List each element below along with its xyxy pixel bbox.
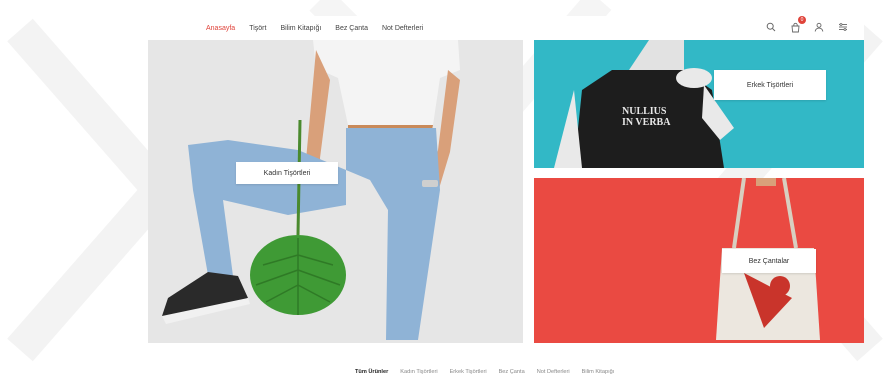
nav-tote-bag[interactable]: Bez Çanta bbox=[335, 25, 368, 32]
site-header: Anasayfa Tişört Bilim Kitapığı Bez Çanta… bbox=[148, 16, 864, 40]
banner-tote-bags[interactable]: Bez Çantalar bbox=[534, 178, 864, 343]
cart-icon[interactable]: 0 bbox=[788, 16, 806, 34]
product-filter-tabs: Tüm Ürünler Kadın Tişörtleri Erkek Tişör… bbox=[355, 369, 614, 375]
filter-mens-tshirts[interactable]: Erkek Tişörtleri bbox=[450, 369, 487, 375]
header-icons: 0 bbox=[764, 16, 850, 34]
filter-womens-tshirts[interactable]: Kadın Tişörtleri bbox=[400, 369, 437, 375]
filter-all-products[interactable]: Tüm Ürünler bbox=[355, 369, 388, 375]
banner-womens-tshirts[interactable]: Kadın Tişörtleri bbox=[148, 40, 523, 343]
mens-tshirts-label[interactable]: Erkek Tişörtleri bbox=[714, 70, 826, 100]
menu-icon[interactable] bbox=[836, 20, 850, 34]
filter-science-library[interactable]: Bilim Kitapığı bbox=[582, 369, 615, 375]
banner-mens-tshirts[interactable]: NULLIUS IN VERBA Erkek Tişörtleri bbox=[534, 40, 864, 168]
tshirt-print-text: NULLIUS IN VERBA bbox=[622, 106, 671, 128]
man-statue-illustration bbox=[554, 40, 734, 168]
cart-count-badge: 0 bbox=[798, 16, 806, 24]
nav-science-library[interactable]: Bilim Kitapığı bbox=[280, 25, 321, 32]
search-icon[interactable] bbox=[764, 20, 778, 34]
nav-notebooks[interactable]: Not Defterleri bbox=[382, 25, 423, 32]
filter-tote-bag[interactable]: Bez Çanta bbox=[499, 369, 525, 375]
woman-model-illustration bbox=[162, 40, 460, 340]
main-nav: Anasayfa Tişört Bilim Kitapığı Bez Çanta… bbox=[206, 25, 423, 32]
filter-notebooks[interactable]: Not Defterleri bbox=[537, 369, 570, 375]
nav-home[interactable]: Anasayfa bbox=[206, 25, 235, 32]
tote-bags-label[interactable]: Bez Çantalar bbox=[722, 249, 816, 273]
womens-tshirts-label[interactable]: Kadın Tişörtleri bbox=[236, 162, 338, 184]
user-icon[interactable] bbox=[812, 20, 826, 34]
nav-tshirt[interactable]: Tişört bbox=[249, 25, 266, 32]
